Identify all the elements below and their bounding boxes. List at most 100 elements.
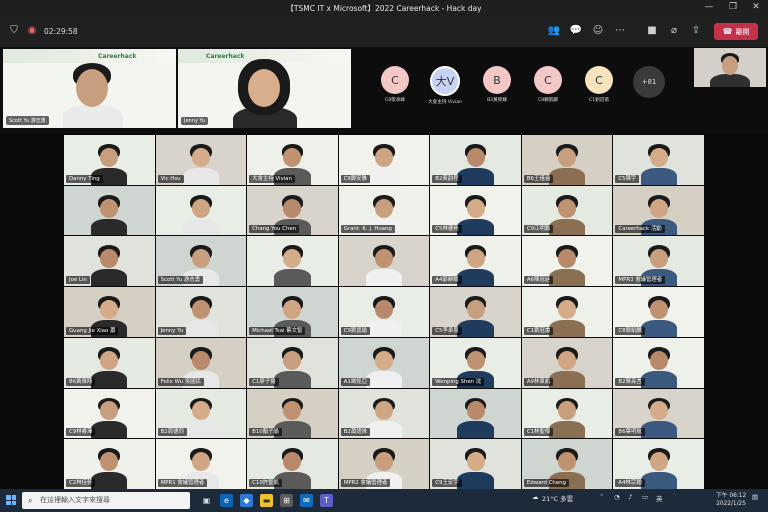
video-tile[interactable]: A9林東凱 bbox=[521, 337, 613, 388]
store-icon[interactable]: ⊞ bbox=[280, 494, 293, 507]
video-tile[interactable]: C10許聖凱 bbox=[247, 439, 338, 489]
reactions-icon[interactable]: ☺ bbox=[590, 25, 606, 36]
video-tile[interactable]: Vic Hsu bbox=[155, 135, 247, 185]
video-tile[interactable]: Danny Ting bbox=[64, 135, 155, 185]
notification-icon[interactable]: ▤ bbox=[752, 493, 758, 501]
person-body bbox=[457, 319, 494, 337]
participants-icon[interactable]: 👥 bbox=[546, 25, 562, 36]
video-tile[interactable]: A4林宗翰 bbox=[613, 439, 704, 489]
self-view-tile[interactable] bbox=[694, 48, 766, 87]
video-tile[interactable] bbox=[338, 236, 430, 287]
video-tile[interactable]: B6葉明航 bbox=[613, 388, 704, 439]
video-tile[interactable]: C5李承恩 bbox=[430, 287, 521, 337]
teams-icon[interactable]: T bbox=[320, 494, 333, 507]
video-tile[interactable]: C1林聖傑 bbox=[521, 388, 613, 439]
shield-icon[interactable]: ⛉ bbox=[6, 25, 22, 36]
video-tile[interactable] bbox=[155, 185, 247, 236]
app-icon[interactable]: ◆ bbox=[240, 494, 253, 507]
minimize-icon[interactable]: — bbox=[700, 2, 718, 12]
system-clock[interactable]: 下午 06:12 2022/1/25 bbox=[716, 492, 746, 508]
avatar-tile[interactable]: C C1劉冠甫 bbox=[581, 66, 617, 103]
video-tile[interactable]: C8鄭安雅 bbox=[338, 135, 430, 185]
video-tile[interactable]: B6黃偉翔 bbox=[64, 337, 155, 388]
video-tile[interactable]: Edward Cheng bbox=[521, 439, 613, 489]
leave-button[interactable]: ☎ 離開 bbox=[714, 23, 758, 40]
video-tile[interactable]: C9王宏宇 bbox=[430, 439, 521, 489]
video-tile[interactable]: MPR1 會議管理者 bbox=[155, 439, 247, 489]
video-tile[interactable]: Wenping Shen 沈 bbox=[430, 337, 521, 388]
video-tile[interactable]: C9林睿澤 bbox=[64, 388, 155, 439]
taskbar-search-box[interactable]: ⌕ 在這裡輸入文字來搜尋 bbox=[22, 492, 190, 509]
battery-icon[interactable]: ▭ bbox=[642, 493, 648, 501]
person-face bbox=[100, 249, 119, 269]
video-tile[interactable]: C1劉冠甫 bbox=[521, 287, 613, 337]
video-tile[interactable]: A6陳冠廷 bbox=[521, 236, 613, 287]
video-tile[interactable]: Scott Yu 游志勇 bbox=[155, 236, 247, 287]
clock-time: 下午 06:12 bbox=[716, 493, 747, 499]
video-tile[interactable]: C8鄭凱麟 bbox=[613, 287, 704, 337]
video-tile-top-2[interactable]: Careerhack Jenny Yu bbox=[178, 49, 351, 128]
video-tile[interactable]: 大會主持 Vivian bbox=[247, 135, 338, 185]
video-tile[interactable] bbox=[430, 388, 521, 439]
video-tile[interactable]: A4郭耕暘 bbox=[430, 236, 521, 287]
ime-indicator[interactable]: 英 bbox=[656, 493, 663, 503]
avatar-tile[interactable]: B B2黃筱臻 bbox=[479, 66, 515, 103]
video-tile[interactable]: Careerhack 活動 bbox=[613, 185, 704, 236]
video-tile[interactable]: Joe Lin bbox=[64, 236, 155, 287]
mail-icon[interactable]: ✉ bbox=[300, 494, 313, 507]
network-icon[interactable]: ◔ bbox=[614, 493, 620, 501]
video-tile[interactable]: MPR3 會議管理者 bbox=[613, 236, 704, 287]
video-tile[interactable]: B2黃韵程 bbox=[430, 135, 521, 185]
video-tile[interactable]: Felix Wu 吳國民 bbox=[155, 337, 247, 388]
video-tile[interactable]: MPR2 會議管理者 bbox=[338, 439, 430, 489]
video-tile[interactable]: B2蕭語姝 bbox=[338, 388, 430, 439]
participant-name: B6王瑾涵 bbox=[523, 174, 554, 183]
person-body bbox=[640, 370, 677, 388]
person-face bbox=[283, 300, 302, 319]
edge-icon[interactable]: e bbox=[220, 494, 233, 507]
video-tile[interactable]: Michael Tsai 蔡文智 bbox=[247, 287, 338, 337]
video-tile[interactable]: C1廖子揚 bbox=[247, 337, 338, 388]
video-tile[interactable]: Guang Jie Xiao 蕭 bbox=[64, 287, 155, 337]
video-tile[interactable]: C2林佳軒 bbox=[64, 439, 155, 489]
video-tile[interactable] bbox=[247, 236, 338, 287]
chat-icon[interactable]: 💬 bbox=[568, 25, 584, 36]
video-tile[interactable]: C9江明勳 bbox=[521, 185, 613, 236]
video-tile[interactable]: Grant. K. J. Huang bbox=[338, 185, 430, 236]
volume-icon[interactable]: ♪ bbox=[628, 493, 632, 501]
close-icon[interactable]: ✕ bbox=[747, 2, 765, 12]
maximize-icon[interactable]: ❐ bbox=[724, 2, 742, 12]
video-tile[interactable]: B6王瑾涵 bbox=[521, 135, 613, 185]
person-face bbox=[283, 198, 302, 218]
avatar-tile[interactable]: 大V 大會主持 Vivian bbox=[427, 66, 463, 105]
weather-text: 21°C 多雲 bbox=[542, 495, 574, 503]
video-tile-top-1[interactable]: Careerhack Scott Yu 游志勇 bbox=[3, 49, 176, 128]
file-explorer-icon[interactable]: ▬ bbox=[260, 494, 273, 507]
task-view-icon[interactable]: ▣ bbox=[200, 494, 213, 507]
avatar-tile[interactable]: C C8鄭凱麟 bbox=[530, 66, 566, 103]
video-tile[interactable]: B2周德同 bbox=[155, 388, 247, 439]
video-tile[interactable]: B10顏子瑜 bbox=[247, 388, 338, 439]
tray-expand-icon[interactable]: ˄ bbox=[600, 493, 603, 501]
camera-icon[interactable]: ■ bbox=[644, 25, 660, 36]
video-tile[interactable]: C9劉嘉瑜 bbox=[338, 287, 430, 337]
person-face bbox=[191, 249, 210, 269]
avatar-tile[interactable]: C C8張承峰 bbox=[377, 66, 413, 103]
video-tile[interactable]: C5陳宇 bbox=[613, 135, 704, 185]
video-tile[interactable]: B2陳亮言 bbox=[613, 337, 704, 388]
video-tile[interactable]: A1謝銘亞 bbox=[338, 337, 430, 388]
share-screen-icon[interactable]: ⇪ bbox=[688, 25, 704, 36]
mic-off-icon[interactable]: ⌀ bbox=[666, 25, 682, 36]
avatar-label: C1劉冠甫 bbox=[589, 98, 609, 103]
video-tile[interactable]: Jenny Yu bbox=[155, 287, 247, 337]
video-tile[interactable]: C5林德堯 bbox=[430, 185, 521, 236]
window-titlebar: 【TSMC IT x Microsoft】2022 Careerhack - H… bbox=[0, 0, 768, 17]
more-actions-icon[interactable]: ⋯ bbox=[612, 25, 628, 36]
windows-start-icon[interactable] bbox=[6, 495, 16, 505]
more-participants-button[interactable]: +81 bbox=[633, 66, 665, 98]
participant-name: Joe Lin bbox=[66, 276, 90, 285]
video-tile[interactable]: Chang You Chen bbox=[247, 185, 338, 236]
video-tile[interactable] bbox=[64, 185, 155, 236]
participant-name: Scott Yu 游志勇 bbox=[157, 276, 204, 285]
participant-name: MPR3 會議管理者 bbox=[615, 276, 666, 285]
